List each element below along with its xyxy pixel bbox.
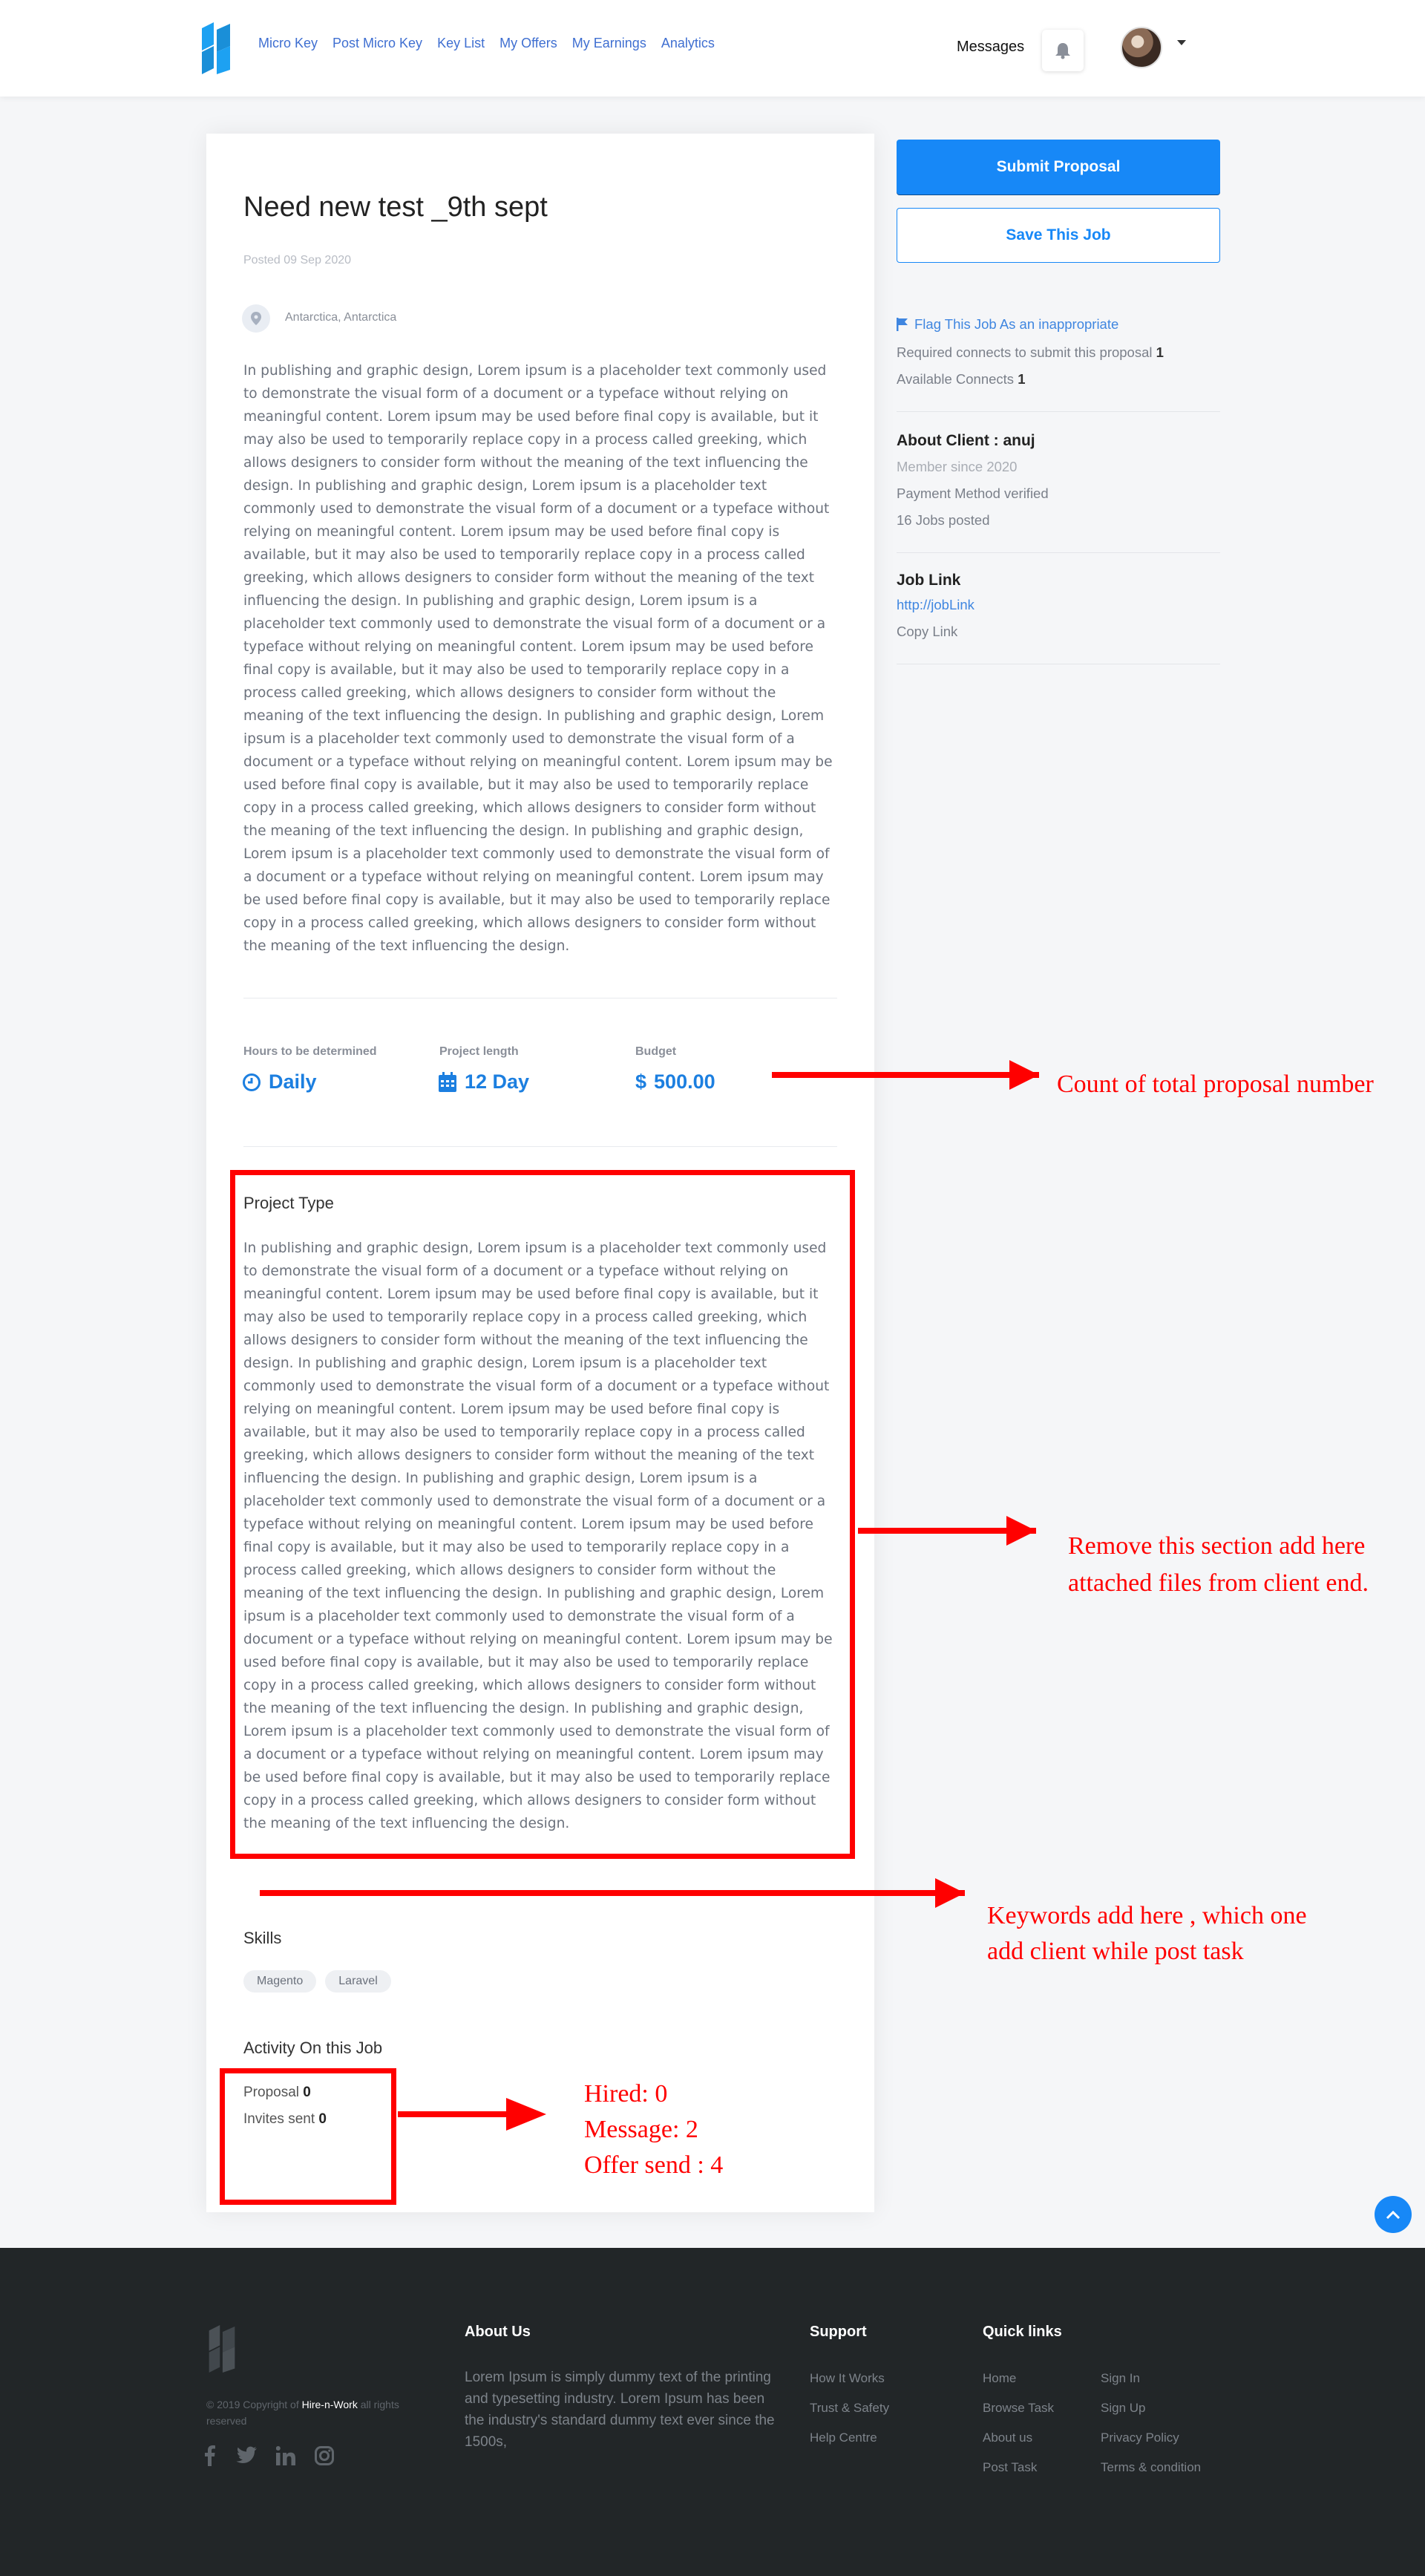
annotation-remove-section-1: Remove this section add here [1068,1532,1366,1560]
footer-about-title: About Us [465,2324,531,2340]
footer-link-browse-task[interactable]: Browse Task [983,2401,1054,2416]
facebook-icon[interactable] [205,2445,215,2466]
footer-quick-links-title: Quick links [983,2324,1062,2340]
linkedin-icon[interactable] [276,2446,295,2465]
annotation-box-activity [220,2068,396,2205]
copyright-brand[interactable]: Hire-n-Work [302,2399,358,2410]
instagram-icon[interactable] [315,2446,334,2465]
footer-about-text: Lorem Ipsum is simply dummy text of the … [465,2370,775,2450]
social-links [205,2445,334,2466]
twitter-icon[interactable] [235,2446,257,2465]
footer-link-terms[interactable]: Terms & condition [1101,2460,1201,2475]
footer-link-help-centre[interactable]: Help Centre [810,2430,877,2445]
annotation-count-proposals: Count of total proposal number [1057,1070,1374,1098]
footer-link-post-task[interactable]: Post Task [983,2460,1037,2475]
footer-link-sign-in[interactable]: Sign In [1101,2371,1140,2386]
annotation-offer: Offer send : 4 [584,2151,724,2179]
scroll-to-top-button[interactable] [1375,2196,1412,2233]
annotation-box-project-type [230,1170,855,1859]
annotation-remove-section-2: attached files from client end. [1068,1569,1369,1597]
annotation-keywords-1: Keywords add here , which one [987,1902,1307,1929]
footer-link-about-us[interactable]: About us [983,2430,1032,2445]
copyright-line2: reserved [206,2415,247,2427]
chevron-up-icon [1386,2210,1401,2220]
annotation-hired: Hired: 0 [584,2080,668,2108]
annotation-message: Message: 2 [584,2116,698,2143]
copyright-prefix: © 2019 Copyright of [206,2399,299,2410]
footer-support-title: Support [810,2324,867,2340]
annotation-keywords-2: add client while post task [987,1938,1244,1965]
footer-logo[interactable] [206,2325,238,2373]
footer-link-trust-safety[interactable]: Trust & Safety [810,2401,889,2416]
copyright-suffix: all rights [360,2399,399,2410]
footer-link-how-it-works[interactable]: How It Works [810,2371,885,2386]
footer-link-privacy-policy[interactable]: Privacy Policy [1101,2430,1179,2445]
footer-link-sign-up[interactable]: Sign Up [1101,2401,1145,2416]
copyright: © 2019 Copyright of Hire-n-Work all righ… [206,2396,429,2429]
footer-link-home[interactable]: Home [983,2371,1016,2386]
